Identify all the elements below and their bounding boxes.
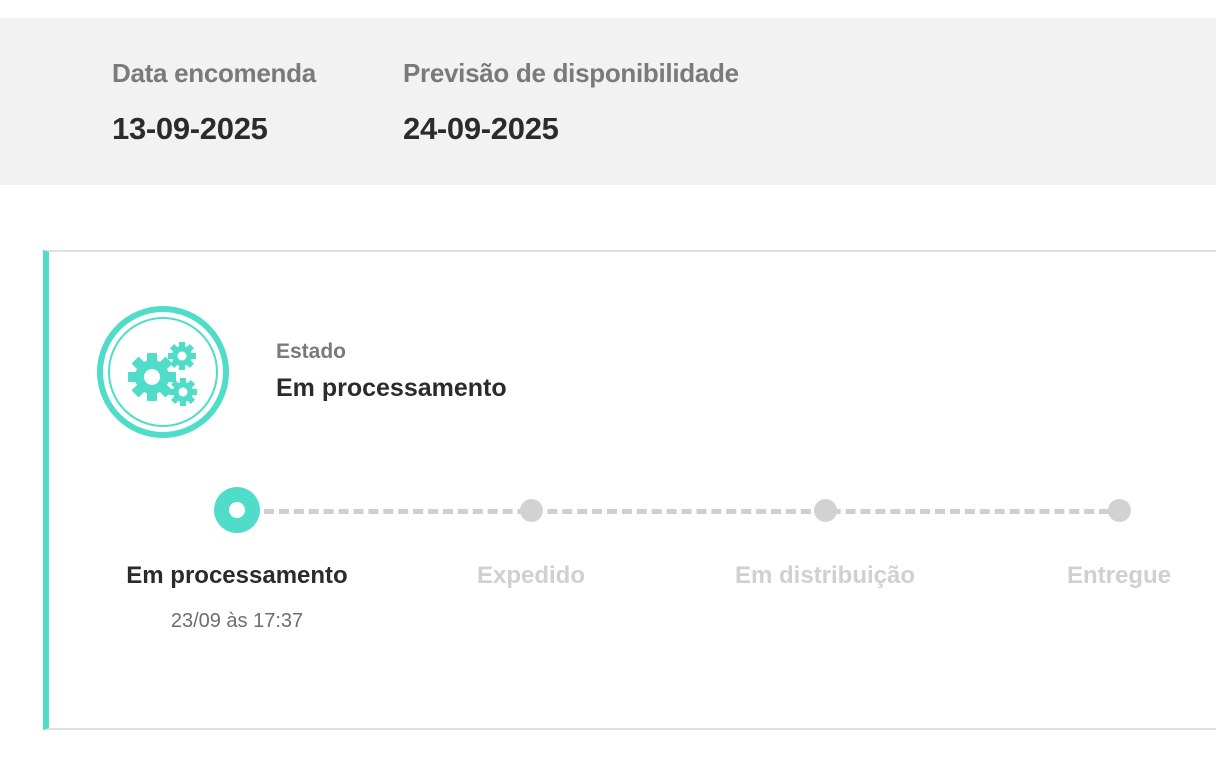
timeline-track [264,509,1124,514]
availability-block: Previsão de disponibilidade 24-09-2025 [403,58,739,147]
step-time-em-processamento: 23/09 às 17:37 [170,610,304,632]
order-summary: Data encomenda 13-09-2025 Previsão de di… [0,18,1216,185]
order-date-value: 13-09-2025 [112,111,268,146]
order-date-label: Data encomenda [112,58,316,88]
step-label-em-processamento: Em processamento [126,562,348,589]
availability-label: Previsão de disponibilidade [403,58,739,88]
step-label-em-distribuicao: Em distribuição [734,562,916,589]
order-date-block: Data encomenda 13-09-2025 [112,58,316,147]
step-label-expedido: Expedido [476,562,585,589]
order-status-card: Estado Em processamento Em processamento… [43,250,1216,730]
step-label-entregue: Entregue [1066,562,1171,589]
step-dot-em-processamento [214,487,260,533]
progress-timeline: Em processamento Expedido Em distribuiçã… [49,252,1216,732]
step-dot-entregue [1108,499,1131,522]
availability-value: 24-09-2025 [403,111,559,146]
step-dot-expedido [520,499,543,522]
step-dot-em-distribuicao [814,499,837,522]
